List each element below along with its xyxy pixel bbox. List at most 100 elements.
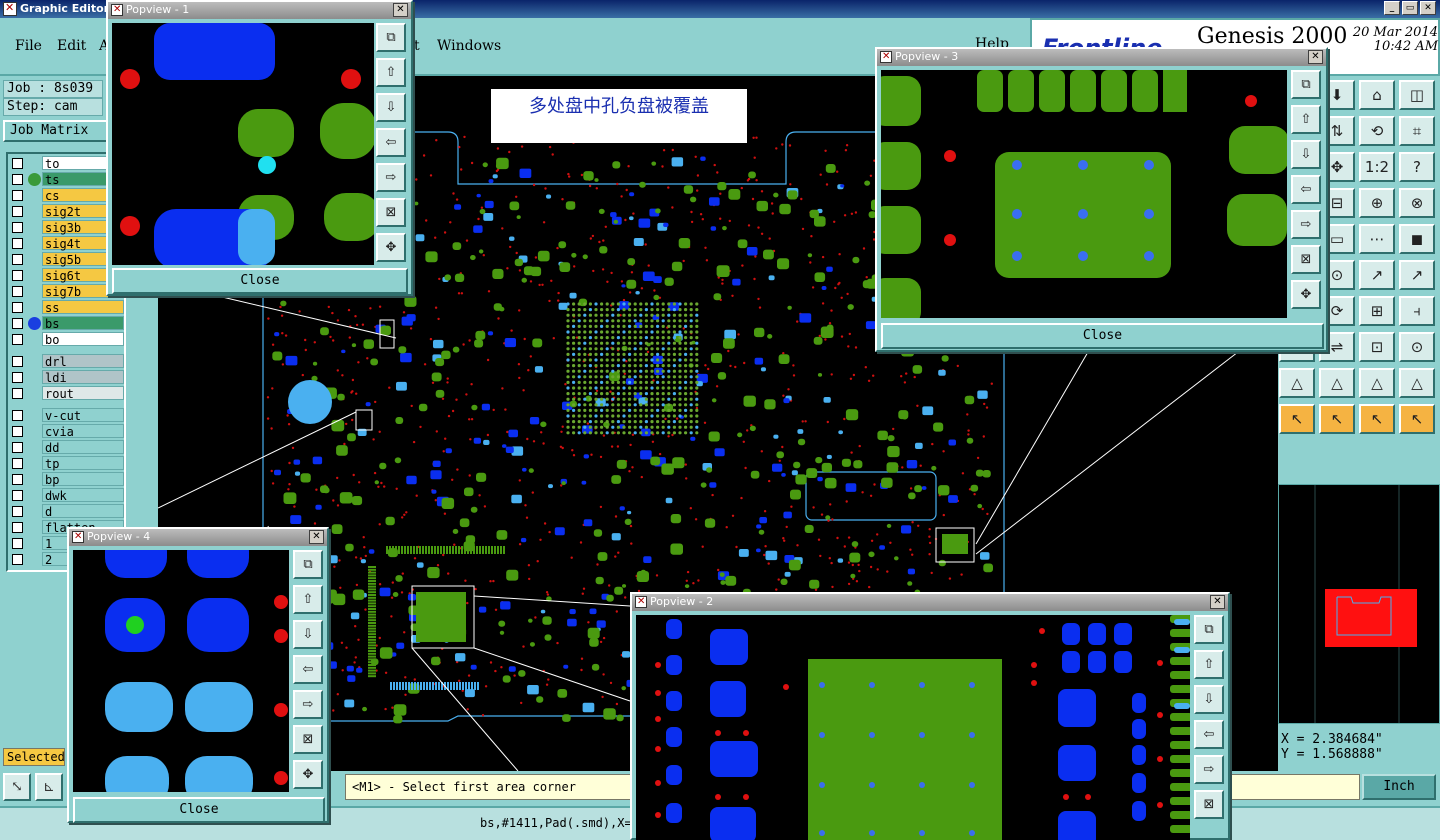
layer-row[interactable]: rout bbox=[10, 386, 124, 401]
layer-checkbox[interactable] bbox=[12, 158, 23, 169]
popview-1-close-icon[interactable]: ✕ bbox=[393, 3, 408, 17]
layer-name[interactable]: d bbox=[42, 504, 124, 519]
layer-checkbox[interactable] bbox=[12, 286, 23, 297]
pv-up-icon[interactable]: ⇧ bbox=[1194, 650, 1224, 679]
units-button[interactable]: Inch bbox=[1362, 774, 1436, 800]
layer-checkbox[interactable] bbox=[12, 474, 23, 485]
layer-row[interactable]: ldi bbox=[10, 370, 124, 385]
layer-row[interactable]: bs bbox=[10, 316, 124, 331]
toolbar-tool-icon[interactable]: ⫞ bbox=[1399, 296, 1435, 326]
layer-checkbox[interactable] bbox=[12, 506, 23, 517]
pv-down-icon[interactable]: ⇩ bbox=[293, 620, 323, 649]
toolbar-tool-icon[interactable]: ↖ bbox=[1279, 404, 1315, 434]
layer-name[interactable]: tp bbox=[42, 456, 124, 471]
layer-checkbox[interactable] bbox=[12, 426, 23, 437]
layer-name[interactable]: bo bbox=[42, 332, 124, 347]
layer-name[interactable]: bs bbox=[42, 316, 124, 331]
layer-row[interactable]: drl bbox=[10, 354, 124, 369]
pv-zoom-in-icon[interactable]: ⊠ bbox=[293, 725, 323, 754]
toolbar-tool-icon[interactable]: ⌂ bbox=[1359, 80, 1395, 110]
job-matrix-button[interactable]: Job Matrix bbox=[3, 120, 121, 142]
pv-pin-icon[interactable]: ⧉ bbox=[1291, 70, 1321, 99]
layer-checkbox[interactable] bbox=[12, 442, 23, 453]
toolbar-tool-icon[interactable]: 1:2 bbox=[1359, 152, 1395, 182]
toolbar-tool-icon[interactable]: ⊞ bbox=[1359, 296, 1395, 326]
pv-down-icon[interactable]: ⇩ bbox=[1291, 140, 1321, 169]
pv-right-icon[interactable]: ⇨ bbox=[1194, 755, 1224, 784]
layer-checkbox[interactable] bbox=[12, 334, 23, 345]
menu-windows[interactable]: Windows bbox=[437, 38, 501, 54]
toolbar-tool-icon[interactable]: ⟲ bbox=[1359, 116, 1395, 146]
pv-pin-icon[interactable]: ⧉ bbox=[376, 23, 406, 52]
toolbar-tool-icon[interactable]: ◫ bbox=[1399, 80, 1435, 110]
layer-checkbox[interactable] bbox=[12, 238, 23, 249]
toolbar-tool-icon[interactable]: △ bbox=[1319, 368, 1355, 398]
toolbar-tool-icon[interactable]: ? bbox=[1399, 152, 1435, 182]
pv-right-icon[interactable]: ⇨ bbox=[376, 163, 406, 192]
toolbar-tool-icon[interactable]: △ bbox=[1359, 368, 1395, 398]
minimize-button[interactable]: _ bbox=[1384, 1, 1400, 15]
pv-left-icon[interactable]: ⇦ bbox=[376, 128, 406, 157]
layer-name[interactable]: drl bbox=[42, 354, 124, 369]
menu-edit[interactable]: Edit bbox=[57, 38, 86, 54]
layer-checkbox[interactable] bbox=[12, 302, 23, 313]
pv-zoom-in-icon[interactable]: ⊠ bbox=[1194, 790, 1224, 819]
layer-name[interactable]: ss bbox=[42, 300, 124, 315]
maximize-button[interactable]: ▭ bbox=[1402, 1, 1418, 15]
layer-checkbox[interactable] bbox=[12, 388, 23, 399]
toolbar-tool-icon[interactable]: ⊕ bbox=[1359, 188, 1395, 218]
popview-4-titlebar[interactable]: Popview - 4 bbox=[69, 529, 327, 546]
layer-row[interactable]: dwk bbox=[10, 488, 124, 503]
popview-2-titlebar[interactable]: Popview - 2 bbox=[632, 594, 1228, 611]
pv-pin-icon[interactable]: ⧉ bbox=[1194, 615, 1224, 644]
popview-1-titlebar[interactable]: Popview - 1 bbox=[108, 2, 411, 19]
layer-name[interactable]: bp bbox=[42, 472, 124, 487]
layer-row[interactable]: d bbox=[10, 504, 124, 519]
toolbar-tool-icon[interactable]: ⊙ bbox=[1399, 332, 1435, 362]
toolbar-tool-icon[interactable]: △ bbox=[1279, 368, 1315, 398]
layer-checkbox[interactable] bbox=[12, 318, 23, 329]
menu-file[interactable]: File bbox=[15, 38, 42, 54]
pv-right-icon[interactable]: ⇨ bbox=[1291, 210, 1321, 239]
layer-checkbox[interactable] bbox=[12, 206, 23, 217]
toolbar-tool-icon[interactable]: △ bbox=[1399, 368, 1435, 398]
toolbar-tool-icon[interactable]: ⊗ bbox=[1399, 188, 1435, 218]
pv-left-icon[interactable]: ⇦ bbox=[1194, 720, 1224, 749]
pv-zoom-out-icon[interactable]: ✥ bbox=[293, 760, 323, 789]
layer-row[interactable]: v-cut bbox=[10, 408, 124, 423]
layer-checkbox[interactable] bbox=[12, 222, 23, 233]
layer-row[interactable]: bo bbox=[10, 332, 124, 347]
layer-checkbox[interactable] bbox=[12, 554, 23, 565]
toolbar-tool-icon[interactable]: ↖ bbox=[1319, 404, 1355, 434]
popview-3-close-button[interactable]: Close bbox=[881, 323, 1324, 349]
toolbar-tool-icon[interactable]: ↗ bbox=[1399, 260, 1435, 290]
pv-up-icon[interactable]: ⇧ bbox=[1291, 105, 1321, 134]
toolbar-tool-icon[interactable]: ⋯ bbox=[1359, 224, 1395, 254]
pv-left-icon[interactable]: ⇦ bbox=[1291, 175, 1321, 204]
popview-3-titlebar[interactable]: Popview - 3 bbox=[877, 49, 1326, 66]
layer-name[interactable]: ldi bbox=[42, 370, 124, 385]
popview-1-close-button[interactable]: Close bbox=[112, 268, 408, 294]
layer-checkbox[interactable] bbox=[12, 490, 23, 501]
layer-checkbox[interactable] bbox=[12, 410, 23, 421]
layer-checkbox[interactable] bbox=[12, 254, 23, 265]
popview-3-close-icon[interactable]: ✕ bbox=[1308, 50, 1323, 64]
popview-2-close-icon[interactable]: ✕ bbox=[1210, 595, 1225, 609]
layer-checkbox[interactable] bbox=[12, 458, 23, 469]
overview-panel[interactable] bbox=[1278, 484, 1440, 724]
measure-tool-icon[interactable]: ⊾ bbox=[35, 773, 63, 801]
layer-checkbox[interactable] bbox=[12, 270, 23, 281]
pv-up-icon[interactable]: ⇧ bbox=[376, 58, 406, 87]
popview-4-close-button[interactable]: Close bbox=[73, 797, 325, 823]
toolbar-tool-icon[interactable]: ◼ bbox=[1399, 224, 1435, 254]
layer-name[interactable]: cvia bbox=[42, 424, 124, 439]
layer-checkbox[interactable] bbox=[12, 372, 23, 383]
toolbar-tool-icon[interactable]: ↗ bbox=[1359, 260, 1395, 290]
layer-name[interactable]: v-cut bbox=[42, 408, 124, 423]
layer-name[interactable]: dd bbox=[42, 440, 124, 455]
menu-options[interactable]: t bbox=[414, 38, 420, 54]
layer-checkbox[interactable] bbox=[12, 356, 23, 367]
layer-checkbox[interactable] bbox=[12, 174, 23, 185]
pv-pin-icon[interactable]: ⧉ bbox=[293, 550, 323, 579]
pv-left-icon[interactable]: ⇦ bbox=[293, 655, 323, 684]
